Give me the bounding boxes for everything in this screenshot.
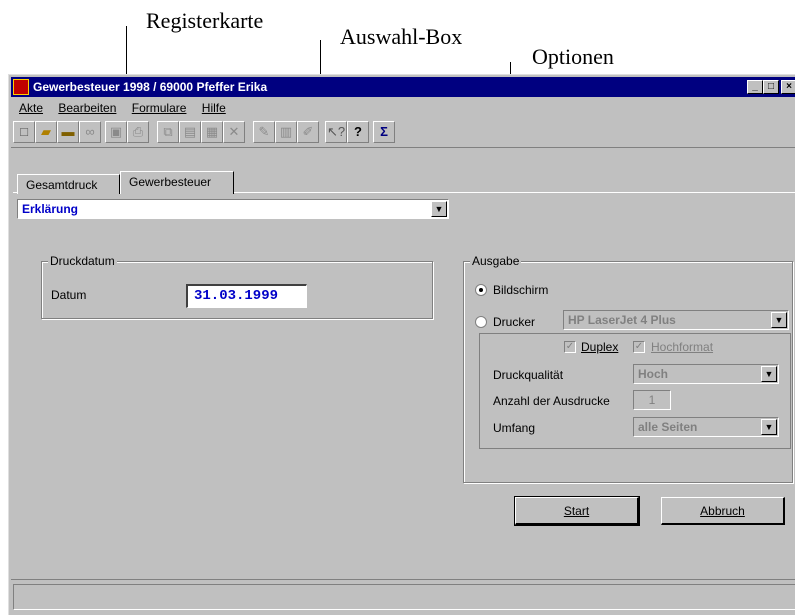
datum-input[interactable]: 31.03.1999 xyxy=(186,284,307,308)
form-icon[interactable]: ▥ xyxy=(275,121,297,143)
status-field xyxy=(13,584,795,610)
paste-icon[interactable]: ▤ xyxy=(179,121,201,143)
menu-bar: Akte Bearbeiten Formulare Hilfe xyxy=(11,99,230,117)
abbruch-button-label: Abbruch xyxy=(700,504,745,518)
help-icon[interactable]: ? xyxy=(347,121,369,143)
datum-label: Datum xyxy=(51,288,87,302)
save-icon[interactable]: ▣ xyxy=(105,121,127,143)
menu-bearbeiten[interactable]: Bearbeiten xyxy=(58,101,116,115)
duplex-checkbox[interactable]: ✓ xyxy=(564,341,576,353)
menu-akte[interactable]: Akte xyxy=(19,101,43,115)
auswahl-value: Erklärung xyxy=(22,202,79,216)
start-button[interactable]: Start xyxy=(514,496,640,526)
chevron-down-icon[interactable]: ▼ xyxy=(431,201,447,217)
title-bar: Gewerbesteuer 1998 / 69000 Pfeffer Erika… xyxy=(11,77,795,97)
new-doc-icon[interactable]: □ xyxy=(13,121,35,143)
context-help-icon[interactable]: ↖? xyxy=(325,121,347,143)
hochformat-label[interactable]: Hochformat xyxy=(651,339,713,355)
tab-gewerbesteuer[interactable]: Gewerbesteuer xyxy=(120,171,234,194)
anzahl-input[interactable]: 1 xyxy=(633,390,671,410)
druckqualitaet-value: Hoch xyxy=(638,367,668,381)
umfang-label: Umfang xyxy=(493,421,536,435)
radio-drucker[interactable] xyxy=(475,316,487,328)
annotation-registerkarte: Registerkarte xyxy=(146,8,264,33)
drucker-select[interactable]: HP LaserJet 4 Plus ▼ xyxy=(563,310,789,330)
hochformat-checkbox[interactable]: ✓ xyxy=(633,341,645,353)
minimize-button[interactable]: _ xyxy=(747,80,763,94)
start-button-label: Start xyxy=(563,504,590,518)
ausgabe-legend: Ausgabe xyxy=(470,254,522,268)
umfang-value: alle Seiten xyxy=(638,420,698,434)
tab-gesamtdruck[interactable]: Gesamtdruck xyxy=(17,174,120,194)
bildschirm-label[interactable]: Bildschirm xyxy=(493,282,548,298)
sum-icon[interactable]: Σ xyxy=(373,121,395,143)
app-icon xyxy=(13,79,29,95)
radio-bildschirm[interactable] xyxy=(475,284,487,296)
druckqualitaet-label: Druckqualität xyxy=(493,368,564,382)
drucker-label[interactable]: Drucker xyxy=(493,314,535,330)
menu-hilfe[interactable]: Hilfe xyxy=(202,101,226,115)
edit-icon[interactable]: ✐ xyxy=(297,121,319,143)
delete-icon[interactable]: ✕ xyxy=(223,121,245,143)
auswahl-select[interactable]: Erklärung ▼ xyxy=(17,199,449,219)
window-title: Gewerbesteuer 1998 / 69000 Pfeffer Erika xyxy=(33,80,268,94)
anzahl-label: Anzahl der Ausdrucke xyxy=(493,394,610,408)
close-button[interactable]: × xyxy=(781,80,795,94)
drucker-value: HP LaserJet 4 Plus xyxy=(568,313,676,327)
open-folder-icon[interactable]: ▰ xyxy=(35,121,57,143)
chevron-down-icon[interactable]: ▼ xyxy=(761,419,777,435)
toolbar-divider xyxy=(11,147,795,148)
app-window: Gewerbesteuer 1998 / 69000 Pfeffer Erika… xyxy=(8,74,795,615)
abbruch-button[interactable]: Abbruch xyxy=(661,497,785,525)
annotation-auswahl-box: Auswahl-Box xyxy=(340,24,463,49)
print-icon[interactable]: ⎙ xyxy=(127,121,149,143)
binoculars-icon[interactable]: ∞ xyxy=(79,121,101,143)
copy-icon[interactable]: ⧉ xyxy=(157,121,179,143)
menu-formulare[interactable]: Formulare xyxy=(132,101,187,115)
druckqualitaet-select[interactable]: Hoch ▼ xyxy=(633,364,779,384)
table-icon[interactable]: ▦ xyxy=(201,121,223,143)
duplex-label[interactable]: Duplex xyxy=(581,339,618,355)
chevron-down-icon[interactable]: ▼ xyxy=(761,366,777,382)
annotation-optionen: Optionen xyxy=(532,44,614,69)
maximize-button[interactable]: □ xyxy=(763,80,779,94)
chevron-down-icon[interactable]: ▼ xyxy=(771,312,787,328)
folder-icon[interactable]: ▬ xyxy=(57,121,79,143)
umfang-select[interactable]: alle Seiten ▼ xyxy=(633,417,779,437)
druckdatum-legend: Druckdatum xyxy=(48,254,117,268)
stamp-icon[interactable]: ✎ xyxy=(253,121,275,143)
